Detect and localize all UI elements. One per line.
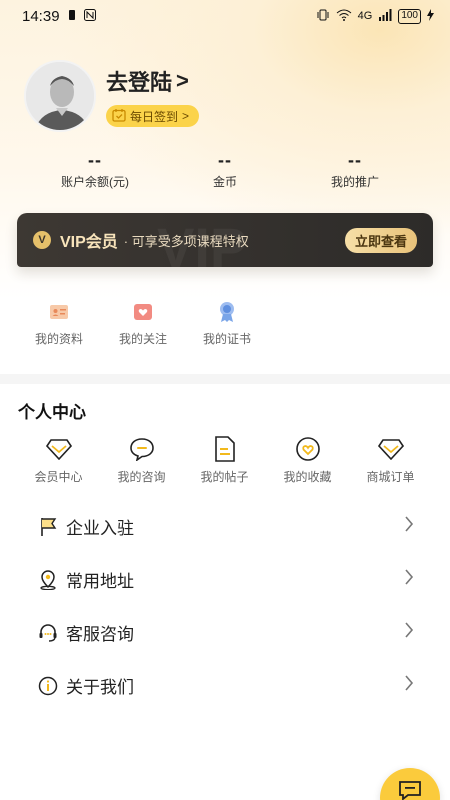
grid-item-label: 我的收藏 — [283, 470, 332, 484]
stat-label: 账户余额(元) — [61, 175, 129, 189]
document-icon — [214, 436, 235, 462]
vibrate-icon — [316, 9, 330, 24]
quick-link-label: 我的资料 — [34, 332, 83, 346]
charging-icon — [427, 8, 434, 24]
floating-message-button[interactable] — [380, 768, 440, 800]
location-icon — [40, 569, 56, 590]
personal-center-grid: 会员中心 我的咨询 我的帖子 我的收藏 商城订单 — [17, 436, 432, 485]
quick-link-profile[interactable]: 我的资料 — [17, 300, 101, 347]
vip-logo-icon: V — [33, 231, 51, 249]
chevron-right-icon — [404, 675, 414, 696]
menu-item-label: 企业入驻 — [66, 519, 134, 538]
signin-arrow: > — [182, 109, 190, 123]
menu-list: 企业入驻 常用地址 客服咨询 关于我们 — [0, 500, 450, 712]
menu-item-enterprise[interactable]: 企业入驻 — [0, 500, 450, 553]
stat-coins[interactable]: -- 金币 — [170, 150, 280, 190]
stat-balance[interactable]: -- 账户余额(元) — [40, 150, 150, 190]
vip-view-button[interactable]: 立即查看 — [344, 227, 417, 253]
battery-level: 100 — [398, 8, 421, 24]
login-text: 去登陆 — [106, 70, 173, 95]
profile-card-icon — [50, 305, 68, 319]
daily-signin-button[interactable]: 每日签到 > — [106, 105, 200, 127]
login-arrow: > — [176, 68, 189, 93]
quick-link-label: 我的关注 — [118, 332, 167, 346]
flag-icon — [41, 517, 57, 536]
grid-item-consult[interactable]: 我的咨询 — [100, 436, 183, 485]
quick-links: 我的资料 我的关注 我的证书 — [17, 300, 269, 347]
avatar[interactable] — [24, 60, 96, 132]
info-icon — [38, 676, 58, 695]
status-bar: 14:39 4G 100 — [0, 0, 450, 32]
default-avatar-icon — [26, 62, 94, 130]
grid-item-posts[interactable]: 我的帖子 — [183, 436, 266, 485]
menu-item-customer-service[interactable]: 客服咨询 — [0, 606, 450, 659]
vip-title: VIP会员 — [60, 234, 118, 251]
chevron-right-icon — [404, 622, 414, 643]
quick-link-follow[interactable]: 我的关注 — [101, 300, 185, 347]
network-type: 4G — [357, 10, 373, 22]
favorite-icon — [295, 437, 320, 461]
diamond-order-icon — [377, 439, 404, 460]
wifi-icon — [336, 9, 352, 24]
grid-item-label: 会员中心 — [34, 470, 83, 484]
profile-header[interactable]: 去登陆 > 每日签到 > — [24, 60, 200, 132]
nfc-icon — [83, 8, 96, 25]
section-title: 个人中心 — [18, 403, 86, 422]
vip-watermark: VIP — [157, 216, 248, 279]
grid-item-label: 商城订单 — [366, 470, 415, 484]
diamond-icon — [45, 439, 72, 460]
chat-icon — [129, 438, 154, 461]
stat-label: 金币 — [212, 175, 237, 189]
certificate-icon — [220, 302, 234, 322]
menu-item-label: 常用地址 — [66, 572, 134, 591]
calendar-check-icon — [112, 108, 126, 125]
grid-item-label: 我的咨询 — [117, 470, 166, 484]
grid-item-mall-orders[interactable]: 商城订单 — [349, 436, 432, 485]
chevron-right-icon — [404, 569, 414, 590]
message-icon — [399, 781, 421, 800]
stat-value: -- — [348, 150, 362, 170]
heart-icon — [134, 304, 152, 320]
signal-icon — [378, 8, 392, 24]
section-divider — [0, 374, 450, 384]
vip-banner[interactable]: VIP V VIP会员 · 可享受多项课程特权 立即查看 — [17, 213, 433, 279]
menu-item-address[interactable]: 常用地址 — [0, 553, 450, 606]
stat-value: -- — [88, 150, 102, 170]
login-link[interactable]: 去登陆 > — [106, 65, 199, 97]
chevron-right-icon — [404, 516, 414, 537]
menu-item-label: 关于我们 — [66, 678, 134, 697]
grid-item-label: 我的帖子 — [200, 470, 249, 484]
signin-label: 每日签到 — [130, 109, 179, 124]
grid-item-member-center[interactable]: 会员中心 — [17, 436, 100, 485]
stat-label: 我的推广 — [330, 175, 379, 189]
quick-link-label: 我的证书 — [202, 332, 251, 346]
battery-saver-icon — [68, 8, 76, 25]
menu-item-about[interactable]: 关于我们 — [0, 659, 450, 712]
quick-link-certificate[interactable]: 我的证书 — [185, 300, 269, 347]
stat-promotion[interactable]: -- 我的推广 — [300, 150, 410, 190]
grid-item-favorites[interactable]: 我的收藏 — [266, 436, 349, 485]
account-stats: -- 账户余额(元) -- 金币 -- 我的推广 — [0, 150, 450, 190]
status-time: 14:39 — [22, 7, 60, 25]
menu-item-label: 客服咨询 — [66, 625, 134, 644]
headset-icon — [39, 623, 57, 642]
stat-value: -- — [218, 150, 232, 170]
